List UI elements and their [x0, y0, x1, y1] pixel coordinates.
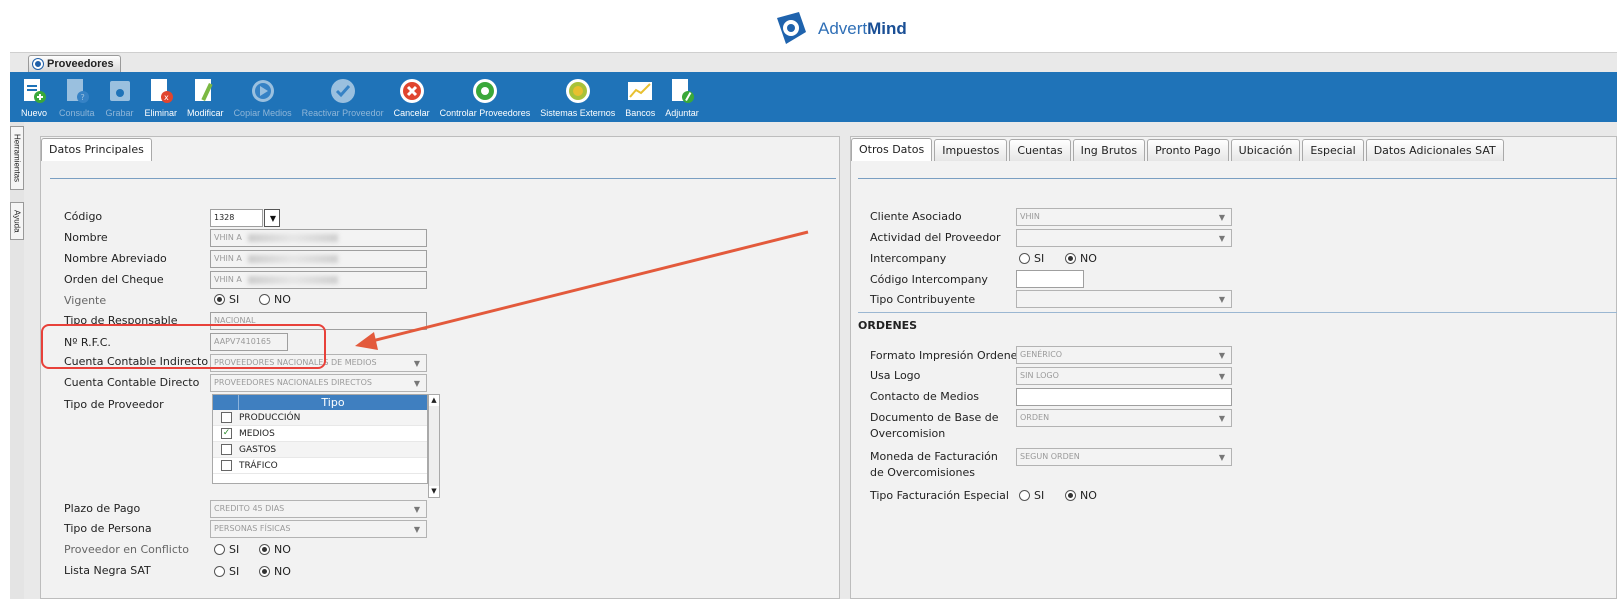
annotation-arrow-icon [355, 230, 809, 350]
